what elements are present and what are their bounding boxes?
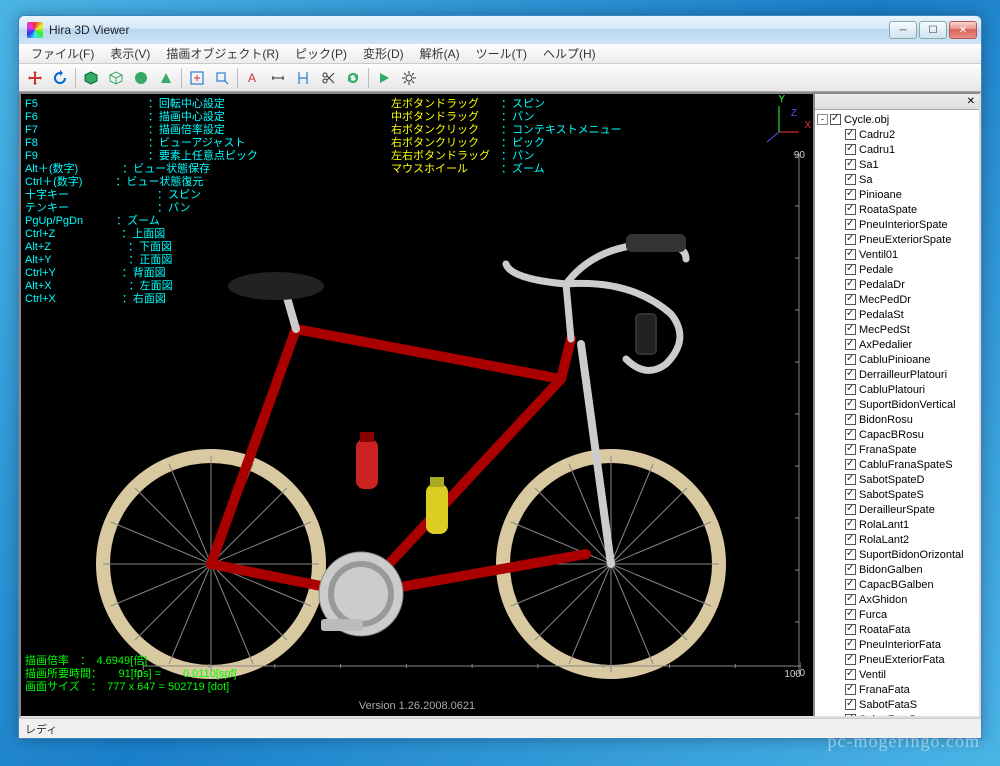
tree-item[interactable]: RolaLant2	[817, 532, 977, 547]
tree-item[interactable]: CabluPinioane	[817, 352, 977, 367]
axis-z-label: Z	[791, 108, 797, 119]
3d-viewport[interactable]: F5 ：回転中心設定 F6 ：描画中心設定 F7 ：描画倍率設定 F8 ：ビュー…	[21, 94, 813, 716]
tree-item[interactable]: Cadru1	[817, 142, 977, 157]
ruler-y-max: 90	[794, 150, 805, 161]
separator	[237, 68, 238, 88]
scene-tree-panel: ✕ -Cycle.objCadru2Cadru1Sa1SaPinioaneRoa…	[813, 94, 979, 716]
panel-header: ✕	[815, 94, 979, 110]
tool-sphere-icon[interactable]	[129, 67, 153, 89]
tree-item[interactable]: RoataFata	[817, 622, 977, 637]
window-title: Hira 3D Viewer	[49, 23, 889, 37]
version-label: Version 1.26.2008.0621	[359, 700, 475, 712]
app-icon	[27, 22, 43, 38]
tree-item[interactable]: PedalaDr	[817, 277, 977, 292]
tree-item[interactable]: SuportBidonVertical	[817, 397, 977, 412]
menu-pick[interactable]: ピック(P)	[287, 43, 355, 64]
tree-item[interactable]: BidonGalben	[817, 562, 977, 577]
tree-item[interactable]: BidonRosu	[817, 412, 977, 427]
watermark: pc-mogeringo.com	[828, 731, 980, 752]
tree-item[interactable]: CapacBGalben	[817, 577, 977, 592]
menu-analyze[interactable]: 解析(A)	[412, 43, 468, 64]
menu-help[interactable]: ヘルプ(H)	[535, 43, 604, 64]
tool-refresh-icon[interactable]	[341, 67, 365, 89]
stats-overlay: 描画倍率 ： 4.6949[倍] 描画所要時間： 91[fps] = 0.011…	[25, 655, 237, 694]
separator	[368, 68, 369, 88]
tree-item[interactable]: MecPedDr	[817, 292, 977, 307]
tree-item[interactable]: SuportBidonOrizontal	[817, 547, 977, 562]
tree-item[interactable]: DerailleurSpate	[817, 502, 977, 517]
svg-text:A: A	[248, 71, 256, 85]
tool-wireframe-icon[interactable]	[104, 67, 128, 89]
tree-item[interactable]: AxGhidon	[817, 592, 977, 607]
tool-cube-icon[interactable]	[79, 67, 103, 89]
tree-item[interactable]: PneuExteriorSpate	[817, 232, 977, 247]
tree-item[interactable]: SabotSpateD	[817, 472, 977, 487]
tool-zoomfit-icon[interactable]	[185, 67, 209, 89]
shortcuts-overlay-right: 左ボタンドラッグ ：スピン 中ボタンドラッグ ：パン 右ボタンクリック ：コンテ…	[391, 98, 622, 176]
client-area: F5 ：回転中心設定 F6 ：描画中心設定 F7 ：描画倍率設定 F8 ：ビュー…	[19, 92, 981, 718]
panel-close-icon[interactable]: ✕	[967, 96, 975, 107]
tool-scissors-icon[interactable]	[316, 67, 340, 89]
tree-item[interactable]: Ventil01	[817, 247, 977, 262]
tree-item[interactable]: SabotFataD	[817, 712, 977, 716]
tool-play-icon[interactable]	[372, 67, 396, 89]
tree-item[interactable]: FranaSpate	[817, 442, 977, 457]
tree-item[interactable]: PneuInteriorFata	[817, 637, 977, 652]
tree-item[interactable]: Ventil	[817, 667, 977, 682]
tree-item[interactable]: CapacBRosu	[817, 427, 977, 442]
menu-render-object[interactable]: 描画オブジェクト(R)	[158, 43, 287, 64]
separator	[181, 68, 182, 88]
tool-text-icon[interactable]: A	[241, 67, 265, 89]
tool-zoomwindow-icon[interactable]	[210, 67, 234, 89]
tool-distance-icon[interactable]	[266, 67, 290, 89]
menubar: ファイル(F) 表示(V) 描画オブジェクト(R) ピック(P) 変形(D) 解…	[19, 44, 981, 64]
tree-item[interactable]: Cadru2	[817, 127, 977, 142]
tree-item[interactable]: RolaLant1	[817, 517, 977, 532]
ruler-vertical: 90 0	[781, 154, 805, 674]
tree-item[interactable]: CabluPlatouri	[817, 382, 977, 397]
tool-move-icon[interactable]	[23, 67, 47, 89]
tree-root[interactable]: -Cycle.obj	[817, 112, 977, 127]
main-window: Hira 3D Viewer ─ ☐ ✕ ファイル(F) 表示(V) 描画オブジ…	[18, 15, 982, 739]
tool-calipers-icon[interactable]	[291, 67, 315, 89]
tool-settings-icon[interactable]	[397, 67, 421, 89]
tree-item[interactable]: DerrailleurPlatouri	[817, 367, 977, 382]
tree-item[interactable]: PneuInteriorSpate	[817, 217, 977, 232]
tree-item[interactable]: PedalaSt	[817, 307, 977, 322]
close-button[interactable]: ✕	[949, 21, 977, 39]
minimize-button[interactable]: ─	[889, 21, 917, 39]
menu-view[interactable]: 表示(V)	[102, 43, 158, 64]
axis-x-label: X	[804, 120, 811, 131]
tree-item[interactable]: PneuExteriorFata	[817, 652, 977, 667]
window-buttons: ─ ☐ ✕	[889, 21, 977, 39]
menu-transform[interactable]: 変形(D)	[355, 43, 412, 64]
tree-item[interactable]: Sa1	[817, 157, 977, 172]
tree-item[interactable]: SabotFataS	[817, 697, 977, 712]
toolbar: A	[19, 64, 981, 92]
tree-item[interactable]: SabotSpateS	[817, 487, 977, 502]
tree-item[interactable]: RoataSpate	[817, 202, 977, 217]
separator	[75, 68, 76, 88]
shortcuts-overlay-left: F5 ：回転中心設定 F6 ：描画中心設定 F7 ：描画倍率設定 F8 ：ビュー…	[25, 98, 258, 306]
menu-file[interactable]: ファイル(F)	[23, 43, 102, 64]
titlebar[interactable]: Hira 3D Viewer ─ ☐ ✕	[19, 16, 981, 44]
tree-item[interactable]: FranaFata	[817, 682, 977, 697]
tree-item[interactable]: Sa	[817, 172, 977, 187]
tree-item[interactable]: MecPedSt	[817, 322, 977, 337]
status-text: レディ	[25, 721, 57, 737]
ruler-x-max: 100	[784, 669, 801, 680]
scene-tree[interactable]: -Cycle.objCadru2Cadru1Sa1SaPinioaneRoata…	[815, 110, 979, 716]
axis-y-label: Y	[778, 94, 785, 105]
tree-item[interactable]: Furca	[817, 607, 977, 622]
maximize-button[interactable]: ☐	[919, 21, 947, 39]
tree-item[interactable]: Pinioane	[817, 187, 977, 202]
tool-rotate-icon[interactable]	[48, 67, 72, 89]
tree-item[interactable]: Pedale	[817, 262, 977, 277]
tool-shape-icon[interactable]	[154, 67, 178, 89]
tree-item[interactable]: AxPedalier	[817, 337, 977, 352]
menu-tools[interactable]: ツール(T)	[468, 43, 535, 64]
tree-item[interactable]: CabluFranaSpateS	[817, 457, 977, 472]
